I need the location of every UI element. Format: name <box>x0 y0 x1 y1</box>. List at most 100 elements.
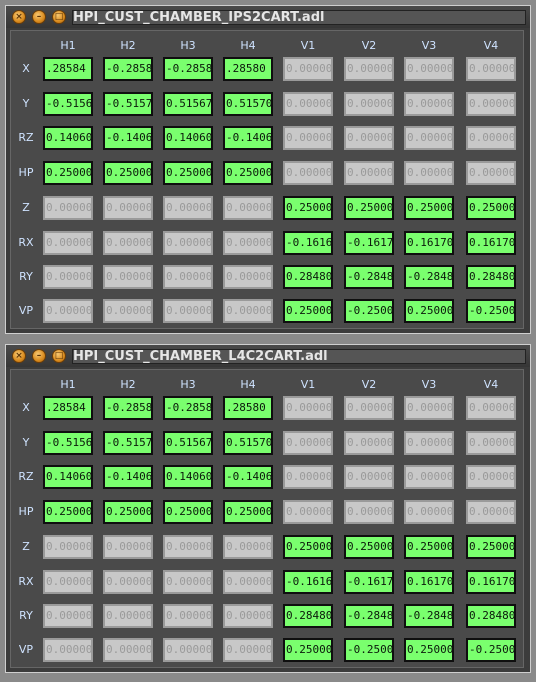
matrix-cell-rx-h2[interactable]: 0.00000 <box>103 231 153 255</box>
minimize-icon[interactable]: – <box>32 10 46 24</box>
matrix-cell-hp-h4[interactable]: 0.25000 <box>223 500 273 524</box>
matrix-cell-hp-h3[interactable]: 0.25000 <box>163 161 213 185</box>
matrix-cell-x-v4[interactable]: 0.00000 <box>466 396 516 420</box>
matrix-cell-hp-v1[interactable]: 0.00000 <box>283 500 333 524</box>
matrix-cell-x-v2[interactable]: 0.00000 <box>344 396 394 420</box>
matrix-cell-rz-h1[interactable]: 0.14060 <box>43 126 93 150</box>
matrix-cell-hp-v4[interactable]: 0.00000 <box>466 161 516 185</box>
matrix-cell-z-v4[interactable]: 0.25000 <box>466 196 516 220</box>
matrix-cell-ry-h1[interactable]: 0.00000 <box>43 265 93 289</box>
matrix-cell-rx-h2[interactable]: 0.00000 <box>103 570 153 594</box>
matrix-cell-rz-h3[interactable]: 0.14060 <box>163 465 213 489</box>
matrix-cell-ry-h4[interactable]: 0.00000 <box>223 265 273 289</box>
matrix-cell-z-v3[interactable]: 0.25000 <box>404 196 454 220</box>
matrix-cell-z-v3[interactable]: 0.25000 <box>404 535 454 559</box>
matrix-cell-x-h3[interactable]: -0.2858 <box>163 396 213 420</box>
matrix-cell-rz-h4[interactable]: -0.1406 <box>223 126 273 150</box>
matrix-cell-z-h4[interactable]: 0.00000 <box>223 535 273 559</box>
matrix-cell-y-v4[interactable]: 0.00000 <box>466 431 516 455</box>
matrix-cell-hp-v2[interactable]: 0.00000 <box>344 500 394 524</box>
matrix-cell-vp-h2[interactable]: 0.00000 <box>103 638 153 662</box>
matrix-cell-vp-v1[interactable]: 0.25000 <box>283 299 333 323</box>
matrix-cell-y-h3[interactable]: 0.51567 <box>163 431 213 455</box>
matrix-cell-hp-h1[interactable]: 0.25000 <box>43 161 93 185</box>
matrix-cell-hp-h2[interactable]: 0.25000 <box>103 500 153 524</box>
matrix-cell-rz-v4[interactable]: 0.00000 <box>466 126 516 150</box>
matrix-cell-rx-v2[interactable]: -0.1617 <box>344 570 394 594</box>
matrix-cell-z-h2[interactable]: 0.00000 <box>103 535 153 559</box>
matrix-cell-vp-h2[interactable]: 0.00000 <box>103 299 153 323</box>
matrix-cell-rx-v3[interactable]: 0.16170 <box>404 231 454 255</box>
matrix-cell-x-v3[interactable]: 0.00000 <box>404 57 454 81</box>
matrix-cell-x-v1[interactable]: 0.00000 <box>283 396 333 420</box>
matrix-cell-rx-h3[interactable]: 0.00000 <box>163 570 213 594</box>
matrix-cell-z-v2[interactable]: 0.25000 <box>344 196 394 220</box>
matrix-cell-ry-v3[interactable]: -0.2848 <box>404 604 454 628</box>
maximize-icon[interactable]: □ <box>52 349 66 363</box>
matrix-cell-z-h1[interactable]: 0.00000 <box>43 196 93 220</box>
matrix-cell-z-h3[interactable]: 0.00000 <box>163 535 213 559</box>
matrix-cell-vp-h1[interactable]: 0.00000 <box>43 299 93 323</box>
matrix-cell-x-h4[interactable]: .28580 <box>223 57 273 81</box>
matrix-cell-y-v3[interactable]: 0.00000 <box>404 92 454 116</box>
matrix-cell-z-v2[interactable]: 0.25000 <box>344 535 394 559</box>
matrix-cell-x-h1[interactable]: .28584 <box>43 57 93 81</box>
matrix-cell-y-h1[interactable]: -0.5156 <box>43 92 93 116</box>
matrix-cell-y-v1[interactable]: 0.00000 <box>283 431 333 455</box>
matrix-cell-rx-h1[interactable]: 0.00000 <box>43 570 93 594</box>
matrix-cell-ry-h2[interactable]: 0.00000 <box>103 604 153 628</box>
matrix-cell-hp-v4[interactable]: 0.00000 <box>466 500 516 524</box>
matrix-cell-y-h4[interactable]: 0.51570 <box>223 92 273 116</box>
matrix-cell-rz-v1[interactable]: 0.00000 <box>283 126 333 150</box>
matrix-cell-hp-h2[interactable]: 0.25000 <box>103 161 153 185</box>
matrix-cell-vp-v3[interactable]: 0.25000 <box>404 299 454 323</box>
matrix-cell-hp-v2[interactable]: 0.00000 <box>344 161 394 185</box>
matrix-cell-rx-v4[interactable]: 0.16170 <box>466 570 516 594</box>
matrix-cell-ry-v4[interactable]: 0.28480 <box>466 265 516 289</box>
matrix-cell-y-v4[interactable]: 0.00000 <box>466 92 516 116</box>
matrix-cell-rx-v3[interactable]: 0.16170 <box>404 570 454 594</box>
matrix-cell-rz-h4[interactable]: -0.1406 <box>223 465 273 489</box>
matrix-cell-vp-v2[interactable]: -0.2500 <box>344 299 394 323</box>
matrix-cell-hp-h4[interactable]: 0.25000 <box>223 161 273 185</box>
matrix-cell-rz-v3[interactable]: 0.00000 <box>404 126 454 150</box>
matrix-cell-rx-h1[interactable]: 0.00000 <box>43 231 93 255</box>
close-icon[interactable]: × <box>12 10 26 24</box>
matrix-cell-rz-v2[interactable]: 0.00000 <box>344 465 394 489</box>
matrix-cell-y-v2[interactable]: 0.00000 <box>344 431 394 455</box>
matrix-cell-vp-h4[interactable]: 0.00000 <box>223 299 273 323</box>
matrix-cell-vp-h1[interactable]: 0.00000 <box>43 638 93 662</box>
matrix-cell-vp-v2[interactable]: -0.2500 <box>344 638 394 662</box>
matrix-cell-vp-h3[interactable]: 0.00000 <box>163 299 213 323</box>
matrix-cell-y-h1[interactable]: -0.5156 <box>43 431 93 455</box>
matrix-cell-ry-h2[interactable]: 0.00000 <box>103 265 153 289</box>
matrix-cell-rz-v4[interactable]: 0.00000 <box>466 465 516 489</box>
matrix-cell-x-v3[interactable]: 0.00000 <box>404 396 454 420</box>
matrix-cell-rz-v3[interactable]: 0.00000 <box>404 465 454 489</box>
matrix-cell-ry-v3[interactable]: -0.2848 <box>404 265 454 289</box>
maximize-icon[interactable]: □ <box>52 10 66 24</box>
matrix-cell-y-h3[interactable]: 0.51567 <box>163 92 213 116</box>
matrix-cell-hp-v1[interactable]: 0.00000 <box>283 161 333 185</box>
minimize-icon[interactable]: – <box>32 349 46 363</box>
matrix-cell-hp-v3[interactable]: 0.00000 <box>404 161 454 185</box>
matrix-cell-z-h1[interactable]: 0.00000 <box>43 535 93 559</box>
matrix-cell-y-h4[interactable]: 0.51570 <box>223 431 273 455</box>
matrix-cell-x-v2[interactable]: 0.00000 <box>344 57 394 81</box>
matrix-cell-x-v1[interactable]: 0.00000 <box>283 57 333 81</box>
matrix-cell-ry-v1[interactable]: 0.28480 <box>283 604 333 628</box>
matrix-cell-vp-v4[interactable]: -0.2500 <box>466 299 516 323</box>
matrix-cell-rx-v1[interactable]: -0.1616 <box>283 231 333 255</box>
matrix-cell-x-h1[interactable]: .28584 <box>43 396 93 420</box>
matrix-cell-ry-v4[interactable]: 0.28480 <box>466 604 516 628</box>
matrix-cell-vp-v4[interactable]: -0.2500 <box>466 638 516 662</box>
close-icon[interactable]: × <box>12 349 26 363</box>
matrix-cell-rx-v1[interactable]: -0.1616 <box>283 570 333 594</box>
window-titlebar[interactable]: × – □ HPI_CUST_CHAMBER_L4C2CART.adl <box>6 345 530 367</box>
matrix-cell-ry-v2[interactable]: -0.2848 <box>344 604 394 628</box>
matrix-cell-z-h3[interactable]: 0.00000 <box>163 196 213 220</box>
matrix-cell-rz-h2[interactable]: -0.1406 <box>103 465 153 489</box>
matrix-cell-z-v1[interactable]: 0.25000 <box>283 196 333 220</box>
matrix-cell-z-h2[interactable]: 0.00000 <box>103 196 153 220</box>
matrix-cell-rz-v1[interactable]: 0.00000 <box>283 465 333 489</box>
